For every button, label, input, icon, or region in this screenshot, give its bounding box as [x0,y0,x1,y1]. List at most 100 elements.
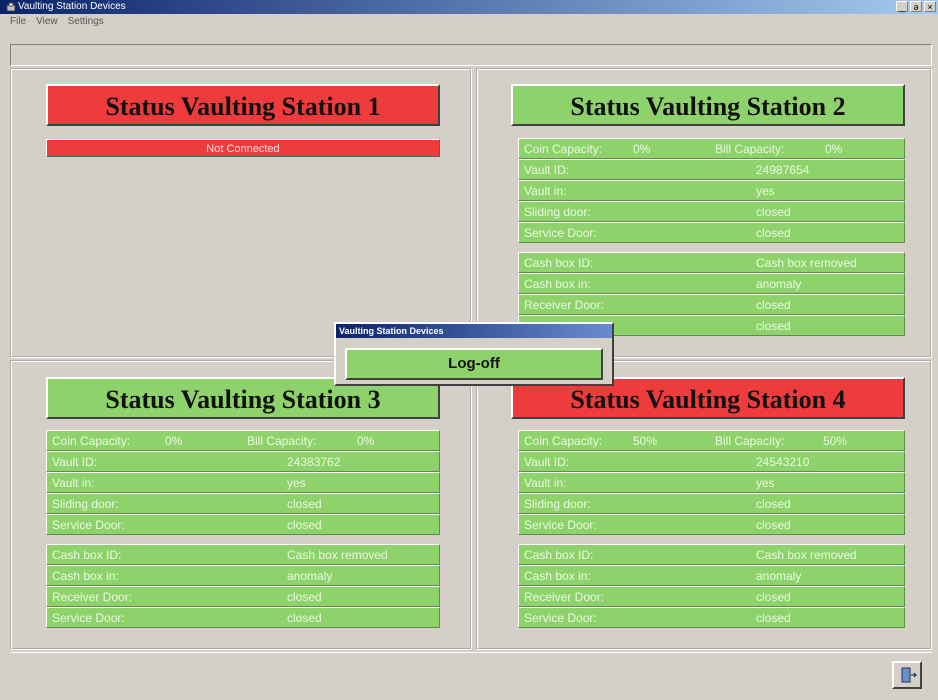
station-1-not-connected: Not Connected [46,139,440,157]
coin-capacity-label: Coin Capacity: [524,434,603,448]
close-button[interactable]: × [924,1,936,12]
menu-view[interactable]: View [36,14,58,30]
receiver-door-value: closed [756,298,791,312]
vault-in-row: Vault in: yes [46,472,440,493]
receiver-door-label: Receiver Door: [524,298,605,312]
cash-box-id-value: Cash box removed [756,256,857,270]
receiver-door-value: closed [756,590,791,604]
vault-id-value: 24383762 [287,455,341,469]
cash-box-in-value: anomaly [287,569,333,583]
vault-id-label: Vault ID: [524,163,570,177]
cash-box-id-row: Cash box ID: Cash box removed [518,544,905,565]
vault-in-row: Vault in: yes [518,180,905,201]
service-door-value: closed [756,518,791,532]
bill-capacity-value: 0% [357,434,375,448]
station-1-title: Status Vaulting Station 1 [46,84,440,126]
station-3-details: Coin Capacity: 0% Bill Capacity: 0% Vault I… [46,430,440,628]
vault-in-value: yes [287,476,306,490]
receiver-door-value: closed [287,590,322,604]
vault-id-row: Vault ID: 24987654 [518,159,905,180]
coin-capacity-value: 0% [165,434,183,448]
menu-bar: File View Settings [0,14,938,30]
sliding-door-label: Sliding door: [524,497,591,511]
cash-box-id-label: Cash box ID: [524,548,594,562]
minimize-button[interactable]: _ [896,1,908,12]
vault-in-label: Vault in: [524,476,567,490]
service-door-value: closed [287,518,322,532]
cash-box-in-row: Cash box in: anomaly [46,565,440,586]
cash-box-id-value: Cash box removed [287,548,388,562]
coin-bill-row: Coin Capacity: 0% Bill Capacity: 0% [518,138,905,159]
sliding-door-row: Sliding door: closed [518,201,905,222]
station-4-details: Coin Capacity: 50% Bill Capacity: 50% Vault… [518,430,905,628]
sliding-door-row: Sliding door: closed [46,493,440,514]
cash-box-id-row: Cash box ID: Cash box removed [46,544,440,565]
vault-in-label: Vault in: [524,184,567,198]
cash-box-id-value: Cash box removed [756,548,857,562]
vault-id-row: Vault ID: 24383762 [46,451,440,472]
bill-capacity-label: Bill Capacity: [715,434,785,448]
receiver-door-label: Receiver Door: [524,590,605,604]
restore-button[interactable]: ə [910,1,922,12]
vault-id-value: 24543210 [756,455,810,469]
sliding-door-value: closed [756,497,791,511]
exit-door-icon [901,667,917,683]
toolbar-area [10,44,932,66]
service-door-row: Service Door: closed [518,514,905,535]
service-door-2-label: Service Door: [524,611,597,625]
vault-id-value: 24987654 [756,163,810,177]
window-title: Vaulting Station Devices [18,1,126,12]
service-door-value: closed [756,226,791,240]
cash-box-in-row: Cash box in: anomaly [518,565,905,586]
bill-capacity-value: 0% [825,142,843,156]
bottom-bar [10,652,932,699]
vault-in-value: yes [756,184,775,198]
coin-capacity-value: 0% [633,142,651,156]
menu-file[interactable]: File [10,14,26,30]
service-door-row: Service Door: closed [46,514,440,535]
cash-box-in-row: Cash box in: anomaly [518,273,905,294]
coin-capacity-label: Coin Capacity: [524,142,603,156]
service-door-label: Service Door: [524,226,597,240]
vault-in-row: Vault in: yes [518,472,905,493]
service-door-label: Service Door: [524,518,597,532]
cash-box-in-value: anomaly [756,277,802,291]
cash-box-in-label: Cash box in: [52,569,119,583]
vault-id-row: Vault ID: 24543210 [518,451,905,472]
sliding-door-label: Sliding door: [524,205,591,219]
vault-id-label: Vault ID: [52,455,98,469]
exit-button[interactable] [892,661,922,689]
bill-capacity-value: 50% [823,434,848,448]
sliding-door-value: closed [287,497,322,511]
service-door-row: Service Door: closed [518,222,905,243]
service-door-2-row: Service Door: closed [518,607,905,628]
dialog-title: Vaulting Station Devices [336,324,612,338]
cash-box-id-row: Cash box ID: Cash box removed [518,252,905,273]
menu-settings[interactable]: Settings [68,14,104,30]
window-titlebar: Vaulting Station Devices _ ə × [0,0,938,14]
receiver-door-row: Receiver Door: closed [518,586,905,607]
service-door-2-label: Service Door: [52,611,125,625]
vault-in-label: Vault in: [52,476,95,490]
cash-box-id-label: Cash box ID: [52,548,122,562]
station-2-title: Status Vaulting Station 2 [511,84,905,126]
station-2-details: Coin Capacity: 0% Bill Capacity: 0% Vault I… [518,138,905,336]
cash-box-in-value: anomaly [756,569,802,583]
service-door-label: Service Door: [52,518,125,532]
coin-bill-row: Coin Capacity: 50% Bill Capacity: 50% [518,430,905,451]
receiver-door-label: Receiver Door: [52,590,133,604]
logoff-dialog: Vaulting Station Devices Log-off [334,322,614,386]
sliding-door-label: Sliding door: [52,497,119,511]
logoff-button[interactable]: Log-off [345,348,603,380]
vault-id-label: Vault ID: [524,455,570,469]
sliding-door-row: Sliding door: closed [518,493,905,514]
service-door-2-row: Service Door: closed [46,607,440,628]
vault-in-value: yes [756,476,775,490]
bill-capacity-label: Bill Capacity: [715,142,785,156]
coin-capacity-value: 50% [633,434,658,448]
sliding-door-value: closed [756,205,791,219]
cash-box-in-label: Cash box in: [524,277,591,291]
app-icon [6,2,16,12]
service-door-2-value: closed [287,611,322,625]
bill-capacity-label: Bill Capacity: [247,434,317,448]
